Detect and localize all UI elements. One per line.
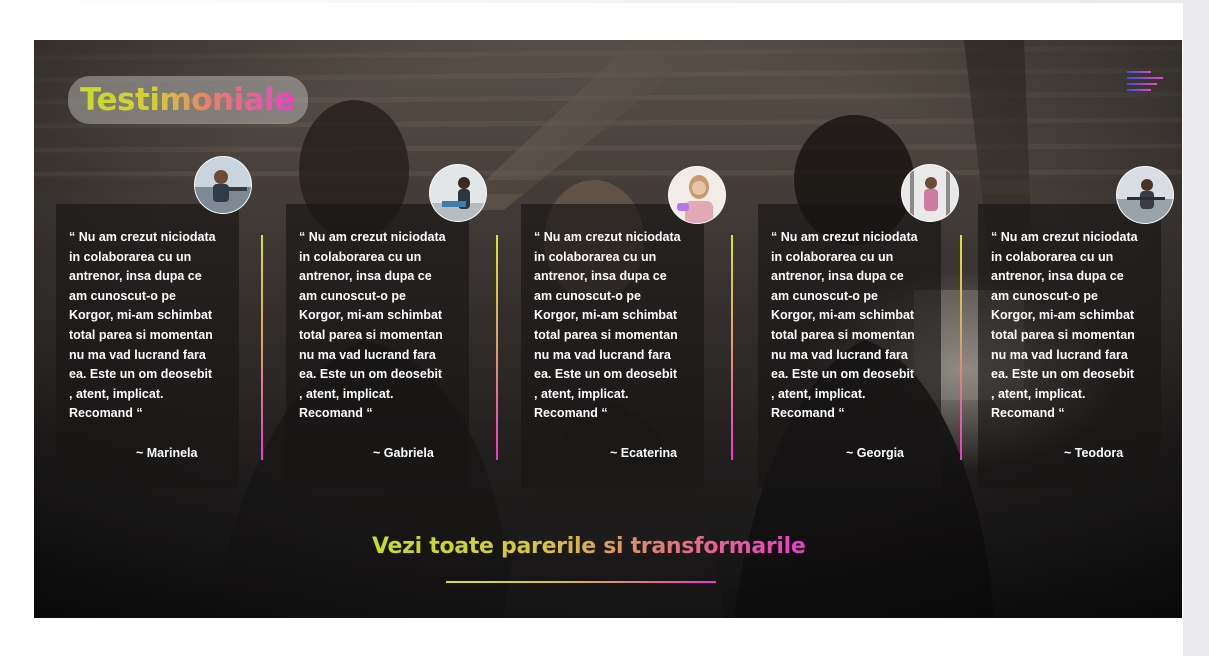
testimonial-author: ~ Georgia: [846, 446, 905, 460]
see-all-reviews-label: Vezi toate parerile si transformarile: [372, 534, 806, 559]
page: Testimoniale “ Nu am crezut niciodata in…: [0, 0, 1209, 656]
section-title: Testimoniale: [80, 82, 295, 118]
top-edge-line: [0, 0, 1183, 3]
testimonial-avatar: [1116, 166, 1174, 224]
hamburger-menu-icon: [1127, 71, 1163, 91]
testimonials-section: Testimoniale “ Nu am crezut niciodata in…: [34, 40, 1182, 618]
testimonial-author: ~ Marinela: [136, 446, 198, 460]
testimonial-author: ~ Teodora: [1064, 446, 1124, 460]
section-title-pill: Testimoniale: [68, 76, 308, 124]
testimonial-avatar: [194, 156, 252, 214]
testimonial-card: “ Nu am crezut niciodata in colaborarea …: [286, 204, 469, 488]
client-photo-icon: [669, 167, 725, 223]
cta-underline: [446, 581, 716, 583]
testimonial-card: “ Nu am crezut niciodata in colaborarea …: [56, 204, 239, 488]
card-divider: [496, 235, 498, 460]
testimonial-card: “ Nu am crezut niciodata in colaborarea …: [521, 204, 704, 488]
testimonial-author: ~ Ecaterina: [610, 446, 678, 460]
client-photo-icon: [195, 157, 251, 213]
testimonial-card: “ Nu am crezut niciodata in colaborarea …: [978, 204, 1161, 488]
testimonial-text: “ Nu am crezut niciodata in colaborarea …: [534, 230, 681, 421]
client-photo-icon: [902, 165, 958, 221]
card-divider: [960, 235, 962, 460]
testimonial-card: “ Nu am crezut niciodata in colaborarea …: [758, 204, 941, 488]
testimonial-text: “ Nu am crezut niciodata in colaborarea …: [991, 230, 1138, 421]
testimonial-author: ~ Gabriela: [373, 446, 434, 460]
client-photo-icon: [430, 165, 486, 221]
testimonial-avatar: [901, 164, 959, 222]
testimonial-text: “ Nu am crezut niciodata in colaborarea …: [299, 230, 446, 421]
vertical-scrollbar[interactable]: [1183, 0, 1209, 656]
testimonial-avatar: [429, 164, 487, 222]
testimonial-text: “ Nu am crezut niciodata in colaborarea …: [69, 230, 216, 421]
card-divider: [261, 235, 263, 460]
testimonial-text: “ Nu am crezut niciodata in colaborarea …: [771, 230, 918, 421]
menu-button[interactable]: [1127, 70, 1163, 92]
testimonial-avatar: [668, 166, 726, 224]
client-photo-icon: [1117, 167, 1173, 223]
see-all-reviews-link[interactable]: Vezi toate parerile si transformarile: [372, 534, 822, 559]
card-divider: [731, 235, 733, 460]
